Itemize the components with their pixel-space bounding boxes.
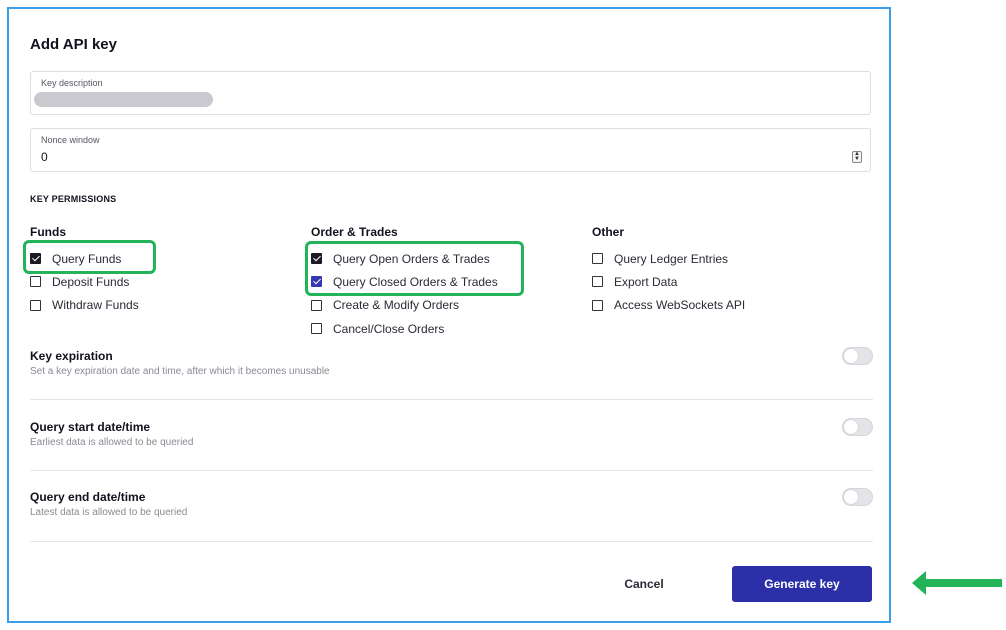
highlight-box-query-funds (23, 240, 156, 274)
query-end-toggle[interactable] (842, 488, 873, 506)
permission-label: Withdraw Funds (52, 298, 139, 313)
option-subtitle: Earliest data is allowed to be queried (30, 437, 194, 448)
permission-label: Cancel/Close Orders (333, 321, 445, 336)
key-expiration-toggle[interactable] (842, 347, 873, 365)
add-api-key-dialog: Add API key Key description Nonce window… (7, 7, 891, 623)
option-subtitle: Latest data is allowed to be queried (30, 507, 188, 518)
key-permissions-heading: KEY PERMISSIONS (30, 194, 117, 204)
permission-label: Access WebSockets API (614, 298, 746, 313)
option-subtitle: Set a key expiration date and time, afte… (30, 366, 330, 377)
key-description-label: Key description (41, 78, 103, 88)
permission-export-data[interactable]: Export Data (592, 270, 745, 293)
option-title: Query start date/time (30, 420, 151, 434)
divider (30, 541, 873, 542)
column-title: Other (592, 225, 625, 239)
toggle-knob (844, 349, 858, 363)
nonce-window-field[interactable]: Nonce window 0 ▲ ▼ (30, 128, 871, 172)
permission-create-modify-orders[interactable]: Create & Modify Orders (311, 294, 498, 317)
nonce-window-value: 0 (41, 150, 48, 164)
permission-withdraw-funds[interactable]: Withdraw Funds (30, 294, 139, 317)
number-stepper-icon[interactable]: ▲ ▼ (852, 151, 862, 163)
highlight-box-query-orders (305, 241, 524, 296)
divider (30, 470, 873, 471)
left-arrow-icon (912, 571, 1002, 595)
option-title: Query end date/time (30, 490, 146, 504)
permission-websockets-api[interactable]: Access WebSockets API (592, 294, 745, 317)
checkbox[interactable] (311, 323, 322, 335)
checkbox[interactable] (311, 299, 322, 311)
permission-cancel-close-orders[interactable]: Cancel/Close Orders (311, 317, 498, 340)
option-query-end: Query end date/time Latest data is allow… (30, 488, 873, 518)
dialog-title: Add API key (30, 36, 117, 53)
permissions-column-other: Other Query Ledger Entries Export Data A… (592, 225, 745, 317)
toggle-knob (844, 420, 858, 434)
key-description-redacted-value (34, 92, 213, 107)
option-title: Key expiration (30, 349, 113, 363)
permission-query-ledger[interactable]: Query Ledger Entries (592, 247, 745, 270)
checkbox[interactable] (592, 299, 603, 311)
key-description-field[interactable]: Key description (30, 71, 871, 115)
option-query-start: Query start date/time Earliest data is a… (30, 418, 873, 448)
query-start-toggle[interactable] (842, 418, 873, 436)
permission-label: Query Ledger Entries (614, 251, 729, 266)
generate-key-button[interactable]: Generate key (732, 566, 872, 602)
checkbox[interactable] (592, 276, 603, 288)
checkbox[interactable] (592, 253, 603, 265)
permission-label: Export Data (614, 274, 678, 289)
checkbox[interactable] (30, 299, 41, 311)
divider (30, 399, 873, 400)
permission-label: Create & Modify Orders (333, 298, 460, 313)
checkbox[interactable] (30, 276, 41, 288)
option-key-expiration: Key expiration Set a key expiration date… (30, 347, 873, 377)
cancel-button[interactable]: Cancel (599, 569, 689, 599)
toggle-knob (844, 490, 858, 504)
permission-label: Deposit Funds (52, 274, 130, 289)
nonce-window-label: Nonce window (41, 135, 100, 145)
